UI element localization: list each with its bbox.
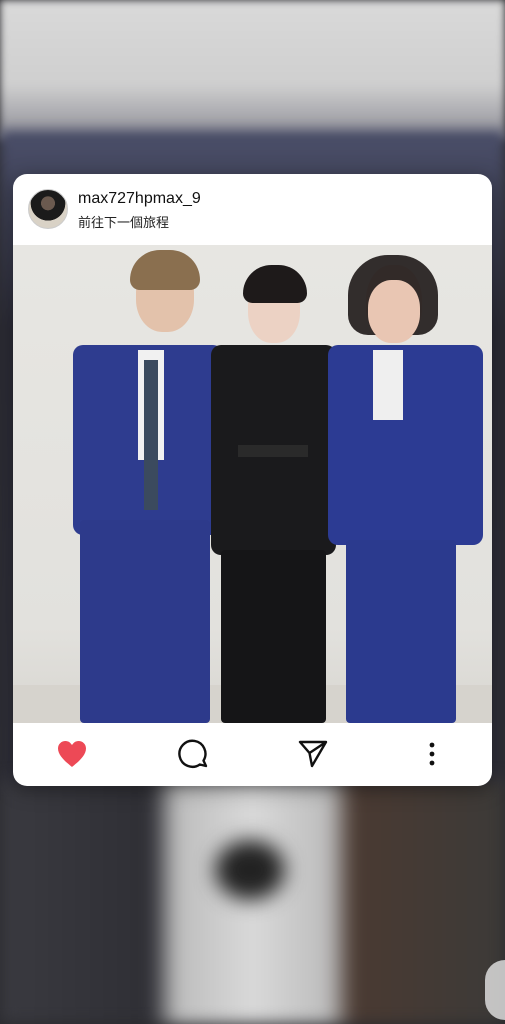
background-top-region (0, 0, 505, 140)
post-header: max727hpmax_9 前往下一個旅程 (13, 174, 492, 245)
like-button[interactable] (55, 737, 89, 771)
background-bottom-region (0, 780, 505, 1024)
comment-button[interactable] (176, 737, 210, 771)
heart-icon (58, 741, 86, 767)
post-preview-card[interactable]: max727hpmax_9 前往下一個旅程 (13, 174, 492, 786)
background-blur-shape (215, 840, 285, 900)
avatar[interactable] (28, 189, 68, 229)
more-vertical-icon (429, 742, 435, 766)
post-action-bar (13, 723, 492, 786)
share-button[interactable] (296, 737, 330, 771)
photo-person-right (318, 250, 488, 723)
post-username[interactable]: max727hpmax_9 (78, 190, 201, 208)
post-photo[interactable] (13, 245, 492, 723)
more-options-button[interactable] (415, 737, 449, 771)
send-icon (298, 740, 328, 768)
background-edge-handle (485, 960, 505, 1020)
comment-icon (178, 739, 208, 768)
post-location[interactable]: 前往下一個旅程 (78, 212, 169, 231)
